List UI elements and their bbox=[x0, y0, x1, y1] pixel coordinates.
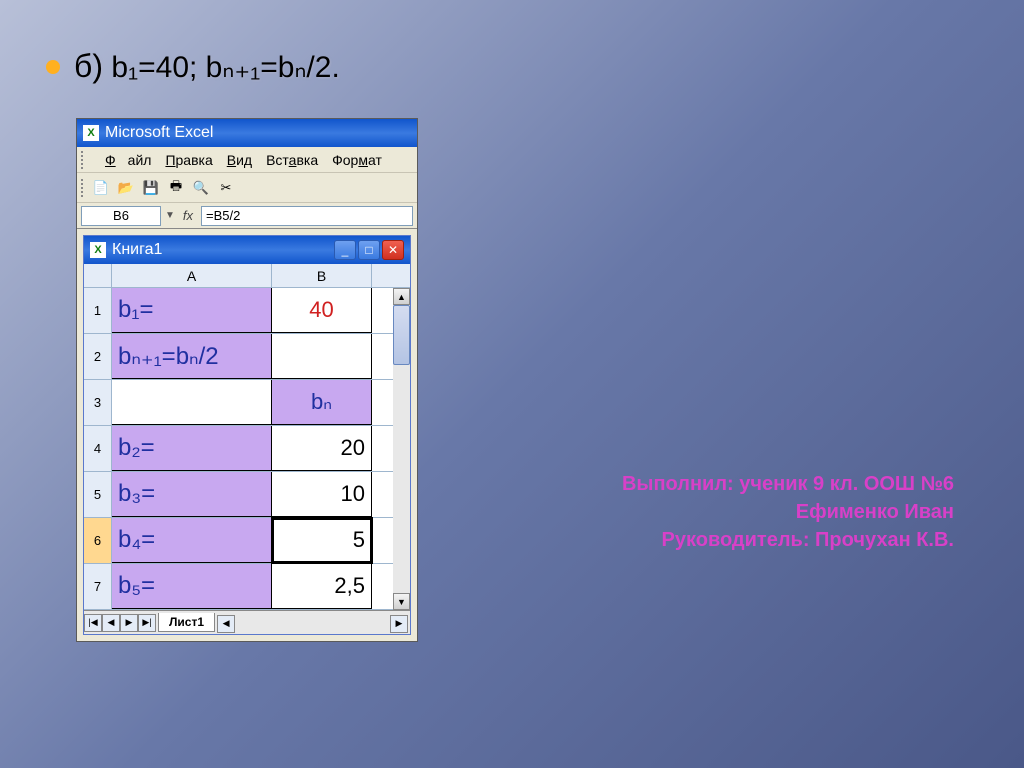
scroll-up-icon[interactable]: ▲ bbox=[393, 288, 410, 305]
row-header-6[interactable]: 6 bbox=[84, 518, 112, 563]
excel-app-window: X Microsoft Excel Файл Правка Вид Вставк… bbox=[76, 118, 418, 642]
fx-icon[interactable]: fx bbox=[179, 208, 197, 223]
credits-line2: Ефименко Иван bbox=[622, 498, 954, 526]
cell-b1[interactable]: 40 bbox=[272, 288, 372, 333]
row-header-5[interactable]: 5 bbox=[84, 472, 112, 517]
maximize-button[interactable]: □ bbox=[358, 240, 380, 260]
menu-edit[interactable]: Правка bbox=[159, 150, 218, 170]
menu-view[interactable]: Вид bbox=[221, 150, 258, 170]
select-all-corner[interactable] bbox=[84, 264, 112, 287]
table-row: 4 b₂= 20 bbox=[84, 426, 393, 472]
sheet-tab-bar: |◀ ◀ ▶ ▶| Лист1 ◀ ▶ bbox=[84, 610, 410, 634]
scroll-thumb[interactable] bbox=[393, 305, 410, 365]
tab-nav-prev-icon[interactable]: ◀ bbox=[102, 614, 120, 632]
app-title: Microsoft Excel bbox=[105, 124, 213, 142]
new-file-icon[interactable]: 📄 bbox=[90, 177, 112, 199]
namebox-dropdown-icon[interactable]: ▼ bbox=[165, 210, 175, 221]
cell-b7[interactable]: 2,5 bbox=[272, 564, 372, 609]
table-row: 5 b₃= 10 bbox=[84, 472, 393, 518]
col-header-b[interactable]: B bbox=[272, 264, 372, 287]
bullet-text: б) b₁=40; bₙ₊₁=bₙ/2. bbox=[74, 48, 340, 85]
formula-bar: ▼ fx bbox=[77, 203, 417, 229]
bullet-icon bbox=[46, 60, 60, 74]
cell-b4[interactable]: 20 bbox=[272, 426, 372, 471]
cell-a4[interactable]: b₂= bbox=[112, 426, 272, 471]
row-header-4[interactable]: 4 bbox=[84, 426, 112, 471]
open-folder-icon[interactable]: 📂 bbox=[115, 177, 137, 199]
cut-icon[interactable]: ✂ bbox=[215, 177, 237, 199]
toolbar: 📄 📂 💾 🖶 🔍 ✂ bbox=[77, 173, 417, 203]
print-preview-icon[interactable]: 🔍 bbox=[190, 177, 212, 199]
workbook-window: X Книга1 _ □ ✕ A B 1 b₁= 40 2 bbox=[83, 235, 411, 635]
row-header-7[interactable]: 7 bbox=[84, 564, 112, 609]
sheet-tab-1[interactable]: Лист1 bbox=[158, 613, 215, 632]
print-icon[interactable]: 🖶 bbox=[165, 177, 187, 199]
credits-line1: Выполнил: ученик 9 кл. ООШ №6 bbox=[622, 470, 954, 498]
minimize-button[interactable]: _ bbox=[334, 240, 356, 260]
column-header-row: A B bbox=[84, 264, 410, 288]
hscroll-left-icon[interactable]: ◀ bbox=[217, 615, 235, 633]
save-icon[interactable]: 💾 bbox=[140, 177, 162, 199]
cell-b5[interactable]: 10 bbox=[272, 472, 372, 517]
scroll-down-icon[interactable]: ▼ bbox=[393, 593, 410, 610]
close-button[interactable]: ✕ bbox=[382, 240, 404, 260]
table-row: 1 b₁= 40 bbox=[84, 288, 393, 334]
header-scroll-spacer bbox=[372, 264, 389, 287]
slide-bullet-title: б) b₁=40; bₙ₊₁=bₙ/2. bbox=[46, 48, 340, 85]
table-row: 7 b₅= 2,5 bbox=[84, 564, 393, 610]
workbook-icon: X bbox=[90, 242, 106, 258]
cell-b6[interactable]: 5 bbox=[272, 518, 372, 563]
menu-insert[interactable]: Вставка bbox=[260, 150, 324, 170]
row-header-2[interactable]: 2 bbox=[84, 334, 112, 379]
cell-a2[interactable]: bₙ₊₁=bₙ/2 bbox=[112, 334, 272, 379]
menu-file[interactable]: Файл bbox=[99, 150, 157, 170]
toolbar-grip-icon[interactable] bbox=[81, 179, 85, 197]
workbook-title: Книга1 bbox=[112, 241, 162, 259]
menu-grip-icon[interactable] bbox=[81, 151, 95, 169]
credits-block: Выполнил: ученик 9 кл. ООШ №6 Ефименко И… bbox=[622, 470, 954, 554]
cell-a6[interactable]: b₄= bbox=[112, 518, 272, 563]
table-row: 2 bₙ₊₁=bₙ/2 bbox=[84, 334, 393, 380]
cell-b3[interactable]: bₙ bbox=[272, 380, 372, 425]
formula-input[interactable] bbox=[201, 206, 413, 226]
workbook-titlebar[interactable]: X Книга1 _ □ ✕ bbox=[84, 236, 410, 264]
app-titlebar[interactable]: X Microsoft Excel bbox=[77, 119, 417, 147]
cell-a5[interactable]: b₃= bbox=[112, 472, 272, 517]
scroll-track[interactable] bbox=[393, 365, 410, 593]
row-header-3[interactable]: 3 bbox=[84, 380, 112, 425]
name-box[interactable] bbox=[81, 206, 161, 226]
rows-container: 1 b₁= 40 2 bₙ₊₁=bₙ/2 3 bₙ 4 b₂= 20 bbox=[84, 288, 393, 610]
grid-body: 1 b₁= 40 2 bₙ₊₁=bₙ/2 3 bₙ 4 b₂= 20 bbox=[84, 288, 410, 610]
menubar: Файл Правка Вид Вставка Формат bbox=[77, 147, 417, 173]
vertical-scrollbar[interactable]: ▲ ▼ bbox=[393, 288, 410, 610]
cell-a7[interactable]: b₅= bbox=[112, 564, 272, 609]
table-row: 3 bₙ bbox=[84, 380, 393, 426]
cell-b2[interactable] bbox=[272, 334, 372, 379]
credits-line3: Руководитель: Прочухан К.В. bbox=[622, 526, 954, 554]
window-buttons: _ □ ✕ bbox=[334, 240, 404, 260]
cell-a1[interactable]: b₁= bbox=[112, 288, 272, 333]
hscroll-track[interactable] bbox=[235, 615, 390, 631]
cell-a3[interactable] bbox=[112, 380, 272, 425]
table-row: 6 b₄= 5 bbox=[84, 518, 393, 564]
tab-nav-next-icon[interactable]: ▶ bbox=[120, 614, 138, 632]
hscroll-right-icon[interactable]: ▶ bbox=[390, 615, 408, 633]
tab-nav-first-icon[interactable]: |◀ bbox=[84, 614, 102, 632]
tab-nav-last-icon[interactable]: ▶| bbox=[138, 614, 156, 632]
row-header-1[interactable]: 1 bbox=[84, 288, 112, 333]
col-header-a[interactable]: A bbox=[112, 264, 272, 287]
menu-format[interactable]: Формат bbox=[326, 150, 388, 170]
excel-icon: X bbox=[83, 125, 99, 141]
horizontal-scrollbar[interactable]: ◀ ▶ bbox=[217, 615, 408, 631]
